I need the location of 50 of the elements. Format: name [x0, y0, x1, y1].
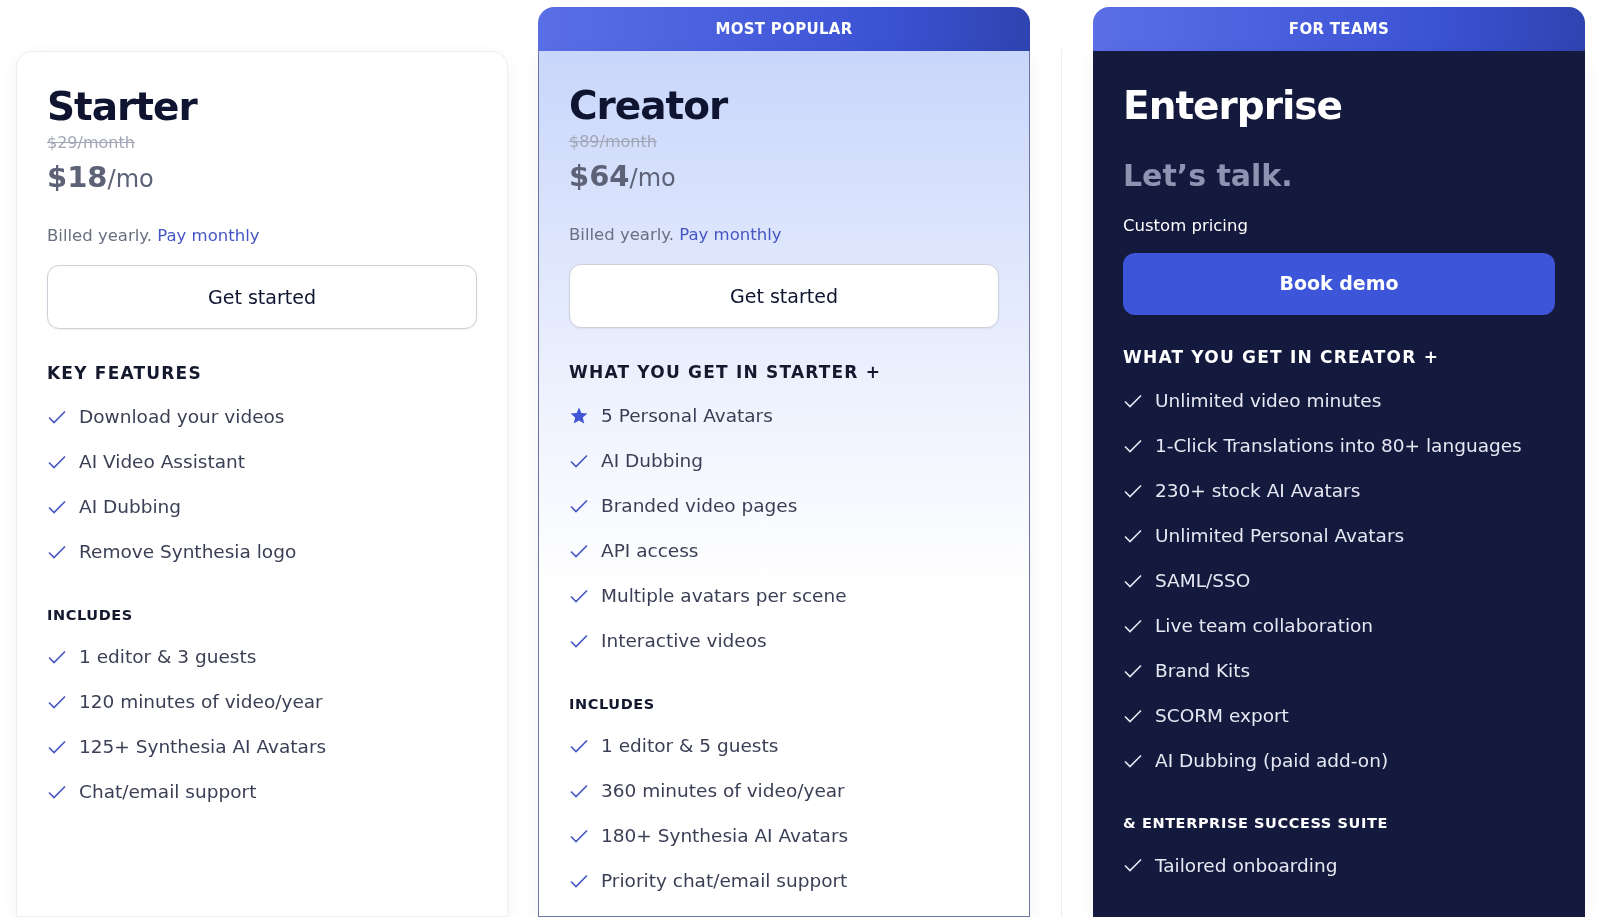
- feature-text: SCORM export: [1155, 703, 1289, 728]
- billing-note: Custom pricing: [1123, 214, 1248, 237]
- feature-text: AI Dubbing (paid add-on): [1155, 748, 1389, 773]
- section-heading: INCLUDES: [47, 605, 133, 625]
- price: $18/mo: [47, 159, 154, 195]
- feature-text: 360 minutes of video/year: [601, 779, 845, 804]
- feature-text: Chat/email support: [79, 780, 257, 805]
- section-heading: INCLUDES: [569, 694, 655, 714]
- cta-button[interactable]: Get started: [569, 264, 999, 329]
- feature-text: 120 minutes of video/year: [79, 690, 323, 715]
- feature-text: Unlimited Personal Avatars: [1155, 523, 1405, 548]
- section-heading: WHAT YOU GET IN CREATOR +: [1123, 345, 1440, 369]
- feature-text: Interactive videos: [601, 629, 767, 654]
- price: Let’s talk.: [1123, 157, 1293, 194]
- feature-text: 5 Personal Avatars: [601, 404, 773, 429]
- old-price: $89/month: [569, 131, 658, 153]
- feature-text: AI Dubbing: [601, 449, 704, 474]
- section-heading: WHAT YOU GET IN STARTER +: [569, 361, 882, 385]
- plan-banner: FOR TEAMS: [1093, 7, 1585, 51]
- plan-name: Creator: [569, 85, 729, 128]
- feature-text: 180+ Synthesia AI Avatars: [601, 824, 849, 849]
- feature-text: Remove Synthesia logo: [79, 540, 297, 565]
- feature-text: Multiple avatars per scene: [601, 584, 847, 609]
- feature-text: Live team collaboration: [1155, 613, 1374, 638]
- plan-banner: MOST POPULAR: [538, 7, 1030, 51]
- feature-text: AI Dubbing: [79, 495, 182, 520]
- plan-name: Enterprise: [1123, 85, 1343, 128]
- feature-text: 230+ stock AI Avatars: [1155, 478, 1361, 503]
- feature-text: API access: [601, 539, 699, 564]
- feature-text: Tailored onboarding: [1155, 853, 1338, 878]
- feature-text: Download your videos: [79, 405, 285, 430]
- billing-note: Billed yearly. Pay monthly: [47, 225, 260, 248]
- plan-name: Starter: [47, 86, 199, 129]
- cta-button[interactable]: Book demo: [1123, 252, 1555, 315]
- feature-text: 1 editor & 3 guests: [79, 645, 257, 670]
- feature-text: 125+ Synthesia AI Avatars: [79, 735, 327, 760]
- section-heading: KEY FEATURES: [47, 362, 202, 386]
- cta-button[interactable]: Get started: [47, 265, 477, 330]
- feature-text: 1 editor & 5 guests: [601, 734, 779, 759]
- price: $64/mo: [569, 158, 676, 194]
- feature-text: Priority chat/email support: [601, 869, 848, 894]
- section-heading: & ENTERPRISE SUCCESS SUITE: [1123, 814, 1388, 834]
- feature-text: SAML/SSO: [1155, 568, 1251, 593]
- feature-text: 1-Click Translations into 80+ languages: [1155, 433, 1522, 458]
- feature-text: Branded video pages: [601, 494, 798, 519]
- feature-text: AI Video Assistant: [79, 450, 245, 475]
- old-price: $29/month: [47, 132, 136, 154]
- billing-note: Billed yearly. Pay monthly: [569, 224, 782, 247]
- feature-text: Brand Kits: [1155, 658, 1251, 683]
- feature-text: Unlimited video minutes: [1155, 388, 1382, 413]
